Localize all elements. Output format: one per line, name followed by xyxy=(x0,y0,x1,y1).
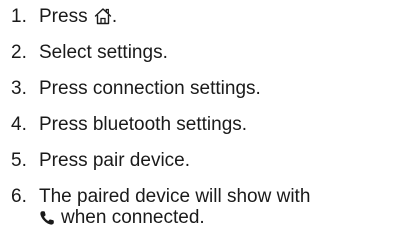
step-text: The paired device will show with when co… xyxy=(39,186,395,228)
step-text-line-2: when connected. xyxy=(39,207,395,228)
home-icon xyxy=(94,8,112,25)
instruction-list: 1. Press . 2. Select settings. 3. Press … xyxy=(11,6,395,228)
step-number: 6. xyxy=(11,186,27,207)
step-text-after: when connected. xyxy=(61,207,205,228)
step-5: 5. Press pair device. xyxy=(11,150,395,171)
step-text: Press . xyxy=(39,6,395,27)
step-number: 5. xyxy=(11,150,27,171)
step-number: 3. xyxy=(11,78,27,99)
step-text: Press connection settings. xyxy=(39,78,261,99)
step-number: 1. xyxy=(11,6,27,27)
step-number: 2. xyxy=(11,42,27,63)
step-text: Select settings. xyxy=(39,42,168,63)
step-number: 4. xyxy=(11,114,27,135)
step-text: Press pair device. xyxy=(39,150,191,171)
phone-icon xyxy=(40,211,54,225)
step-1: 1. Press . xyxy=(11,6,395,27)
step-text-after: . xyxy=(111,6,118,27)
step-4: 4. Press bluetooth settings. xyxy=(11,114,395,135)
step-2: 2. Select settings. xyxy=(11,42,395,63)
step-3: 3. Press connection settings. xyxy=(11,78,395,99)
step-text: Press bluetooth settings. xyxy=(39,114,248,135)
step-text-before: Press xyxy=(39,6,88,27)
step-text-line-1: The paired device will show with xyxy=(39,186,311,207)
step-6: 6. The paired device will show with when… xyxy=(11,186,395,228)
